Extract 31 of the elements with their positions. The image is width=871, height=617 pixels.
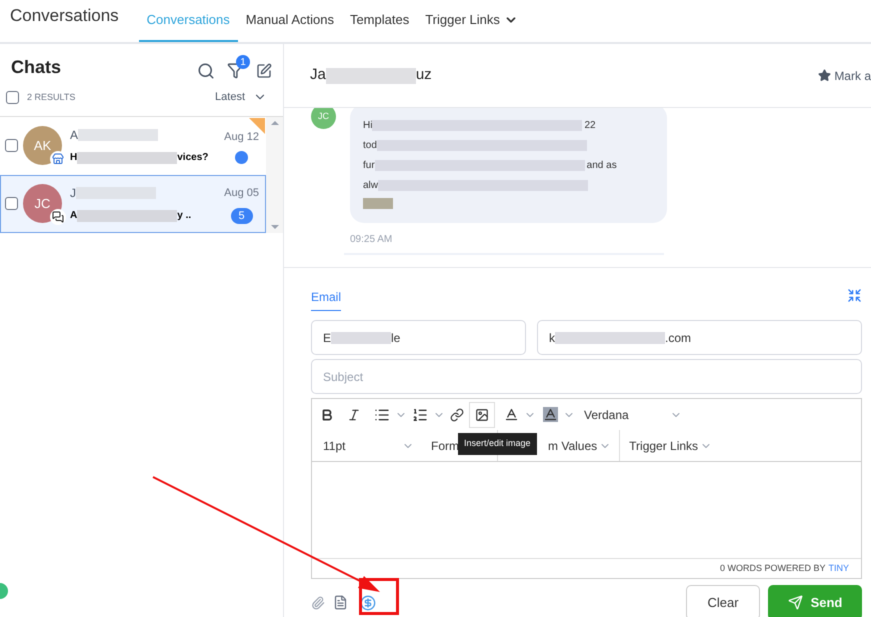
message-text: alw	[363, 179, 378, 193]
results-count: 2 RESULTS	[27, 90, 76, 104]
message-text: Hi	[363, 119, 372, 133]
message-text: 22	[584, 119, 596, 133]
chat-date: Aug 05	[224, 186, 259, 202]
field-value: le	[391, 330, 400, 346]
message-preview: y ..	[177, 209, 192, 223]
contact-name: J	[70, 185, 76, 202]
field-value: E	[323, 330, 332, 346]
contact-name: Ja	[310, 65, 326, 86]
unread-count-badge: 5	[230, 208, 253, 224]
field-value: .com	[665, 330, 692, 346]
chat-date: Aug 12	[224, 130, 259, 145]
field-value: k	[549, 330, 555, 346]
message-preview: vices?	[177, 151, 208, 165]
chats-heading: Chats	[11, 56, 62, 79]
avatar: JC	[23, 184, 62, 223]
contact-name: uz	[416, 65, 432, 86]
avatar: JC	[311, 108, 336, 129]
message-text: tod	[363, 139, 377, 153]
tooltip: Insert/edit image	[458, 433, 537, 454]
message-text: fur	[363, 159, 375, 173]
message-preview: H	[70, 151, 78, 165]
word-count: 0 WORDS POWERED BY	[720, 562, 826, 575]
page-title: Conversations	[9, 4, 120, 26]
contact-name: A	[70, 127, 78, 144]
message-text: and as	[586, 159, 617, 173]
message-preview: A	[70, 209, 78, 223]
message-time: 09:25 AM	[350, 233, 394, 247]
filter-count-badge: 1	[236, 55, 250, 69]
avatar: AK	[23, 126, 62, 165]
